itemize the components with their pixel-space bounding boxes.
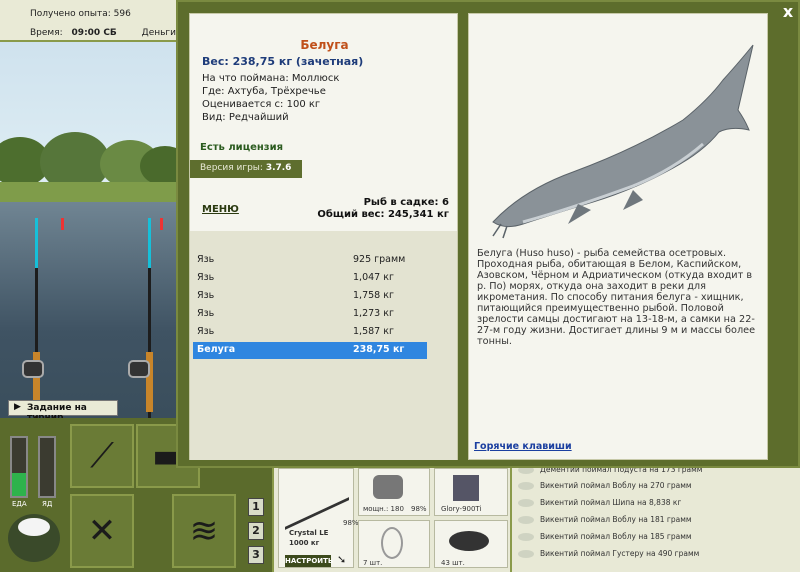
fish-description: Белуга (Huso huso) - рыба семейства осет…: [477, 248, 756, 347]
experience-label: Получено опыта:: [30, 9, 111, 19]
spoon-icon: [381, 527, 403, 559]
money-label: Деньги:: [141, 28, 180, 38]
rarity-info: Вид: Редчайший: [202, 112, 289, 123]
play-icon: ▶: [14, 402, 21, 412]
hook-slot[interactable]: 7 шт.: [358, 520, 430, 568]
float[interactable]: [160, 218, 163, 230]
tournament-task-button[interactable]: ▶ Задание на турнир: [8, 400, 118, 423]
slot-button-2[interactable]: 2: [248, 522, 264, 540]
fish-icon: ≋: [189, 511, 219, 551]
reel-condition: 98%: [411, 505, 427, 513]
valuation-info: Оценивается с: 100 кг: [202, 99, 321, 110]
catch-feed: Дементий поймал Подуста на 173 грамм Вик…: [510, 464, 800, 572]
experience-value: 596: [113, 9, 131, 19]
rod-name: Crystal LE: [289, 529, 329, 537]
bait-slot[interactable]: 43 шт.: [434, 520, 508, 568]
catch-row[interactable]: Язь 1,587 кг: [193, 324, 427, 341]
catch-row[interactable]: Язь 1,047 кг: [193, 270, 427, 287]
rod-condition: 98%: [343, 519, 359, 527]
rod-icon: [285, 460, 349, 530]
catch-row[interactable]: Язь 1,273 кг: [193, 306, 427, 323]
slot-button-3[interactable]: 3: [248, 546, 264, 564]
food-gauge-fill: [12, 472, 26, 496]
catch-row-selected[interactable]: Белуга 238,75 кг: [193, 342, 427, 359]
time-value: 09:00 СБ: [71, 28, 117, 38]
rods-tile[interactable]: ⟋: [70, 424, 134, 488]
feed-item: Викентий поймал Воблу на 185 грамм: [540, 532, 692, 541]
tackle-strip: 98% Crystal LE 1000 кг НАСТРОИТЬ ➘ мощн.…: [272, 460, 510, 572]
hotkeys-link[interactable]: Горячие клавиши: [474, 441, 572, 452]
experience-readout: Получено опыта: 596: [30, 9, 131, 19]
poison-label: ЯД: [42, 500, 53, 508]
bait-count: 43 шт.: [441, 559, 465, 567]
feed-item: Викентий поймал Воблу на 270 грамм: [540, 481, 692, 490]
version-value: 3.7.6: [265, 163, 292, 173]
food-tile[interactable]: ✕: [70, 494, 134, 568]
reel-power: мощн.: 180: [363, 505, 404, 513]
cage-summary: Рыб в садке: 6 Общий вес: 245,341 кг: [317, 197, 449, 221]
fish-name-title: Белуга: [300, 38, 349, 52]
fish-icon: [518, 550, 534, 558]
cauldron-icon[interactable]: [8, 514, 60, 562]
food-label: ЕДА: [12, 500, 27, 508]
arrow-icon: ➘: [337, 553, 347, 566]
reel-icon: [128, 360, 150, 378]
fish-icon: [518, 482, 534, 490]
catch-panel: Белуга Вес: 238,75 кг (зачетная) На что …: [189, 13, 458, 460]
rod-icon: ⟋: [90, 436, 114, 476]
cage-total-weight: Общий вес: 245,341 кг: [317, 209, 449, 220]
float[interactable]: [61, 218, 64, 230]
fish-description-panel: Белуга (Huso huso) - рыба семейства осет…: [468, 13, 768, 460]
reel-icon: [373, 475, 403, 499]
line-name: Glory-900Ti: [441, 505, 482, 513]
feed-item: Викентий поймал Шипа на 8,838 кг: [540, 498, 682, 507]
fish-tile[interactable]: ≋: [172, 494, 236, 568]
poison-gauge: [38, 436, 56, 498]
reel-icon: [22, 360, 44, 378]
catch-row[interactable]: Язь 1,758 кг: [193, 288, 427, 305]
rod-slot[interactable]: 98% Crystal LE 1000 кг НАСТРОИТЬ ➘: [278, 460, 359, 568]
menu-link[interactable]: МЕНЮ: [202, 204, 239, 215]
version-badge: Версия игры: 3.7.6: [190, 160, 302, 178]
mussel-icon: [449, 531, 489, 551]
slot-button-1[interactable]: 1: [248, 498, 264, 516]
bait-count: 7 шт.: [363, 559, 383, 567]
time-label: Время:: [30, 28, 63, 38]
fork-knife-icon: ✕: [87, 511, 117, 551]
feed-item: Викентий поймал Воблу на 181 грамм: [540, 515, 692, 524]
rod-weight: 1000 кг: [289, 539, 320, 547]
line-spool-icon: [453, 475, 479, 501]
fish-icon: [518, 499, 534, 507]
catch-row[interactable]: Язь 925 грамм: [193, 252, 427, 269]
line-slot[interactable]: Glory-900Ti: [434, 468, 508, 516]
cage-count: Рыб в садке: 6: [363, 197, 449, 208]
location-info: Где: Ахтуба, Трёхречье: [202, 86, 326, 97]
fish-weight: Вес: 238,75 кг (зачетная): [202, 55, 364, 68]
bait-info: На что поймана: Моллюск: [202, 73, 340, 84]
beluga-image: [492, 44, 754, 239]
time-money-row: Время: 09:00 СБ Деньги: 2: [30, 28, 194, 38]
catch-list: Язь 925 грамм Язь 1,047 кг Язь 1,758 кг Язь…: [190, 231, 457, 460]
version-label: Версия игры:: [200, 163, 263, 173]
fish-icon: [518, 516, 534, 524]
close-icon[interactable]: x: [780, 4, 796, 20]
license-status: Есть лицензия: [200, 142, 284, 153]
setup-button[interactable]: НАСТРОИТЬ: [285, 555, 333, 567]
feed-item: Викентий поймал Густеру на 490 грамм: [540, 549, 700, 558]
fishing-scene[interactable]: [0, 42, 176, 418]
reel-slot[interactable]: мощн.: 180 98%: [358, 468, 430, 516]
food-gauge: [10, 436, 28, 498]
fish-icon: [518, 533, 534, 541]
